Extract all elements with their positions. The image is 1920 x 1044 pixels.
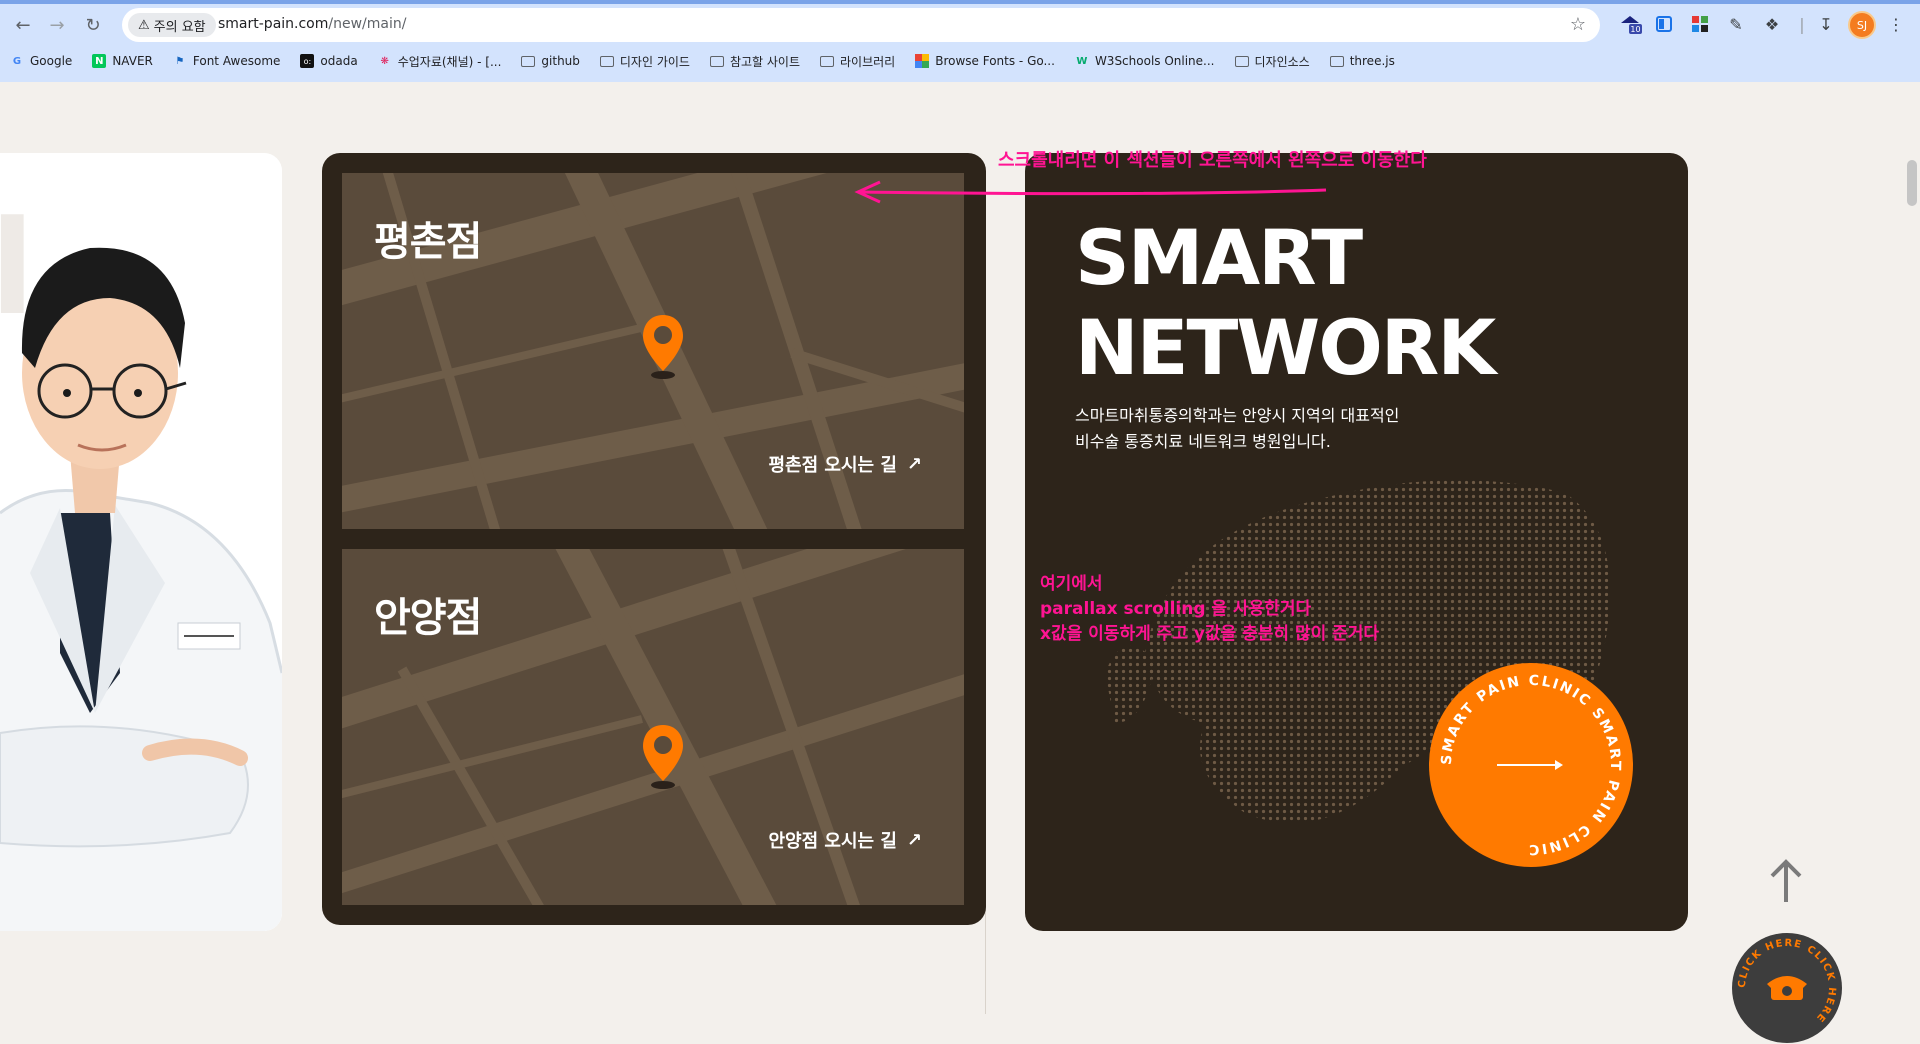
- bookmark-folder-threejs[interactable]: three.js: [1329, 54, 1395, 68]
- folder-icon: [521, 55, 536, 67]
- bookmark-label: NAVER: [112, 54, 153, 68]
- color-picker-extension-icon[interactable]: [1688, 12, 1712, 36]
- directions-link[interactable]: 안양점 오시는 길 ↗: [768, 827, 922, 853]
- flag-icon: ⚑: [175, 55, 185, 67]
- location-card-anyang[interactable]: 안양점 안양점 오시는 길 ↗: [342, 549, 964, 905]
- browser-chrome: ← → ↻ ⚠ 주의 요함 smart-pain.com/new/main/ ☆…: [0, 0, 1920, 82]
- bookmark-odada[interactable]: o: odada: [300, 54, 358, 68]
- security-chip-label: 주의 요함: [153, 19, 206, 35]
- bookmark-label: github: [541, 54, 580, 68]
- location-title: 안양점: [374, 595, 482, 641]
- network-description-line2: 비수술 통증치료 네트워크 병원입니다.: [1075, 432, 1331, 451]
- forward-button[interactable]: →: [44, 12, 70, 38]
- google-fonts-icon: [915, 54, 930, 68]
- call-click-here-button[interactable]: CLICK HERE CLICK HERE: [1731, 932, 1843, 1044]
- w3schools-icon: W: [1076, 55, 1088, 67]
- annotation-line: 여기에서: [1040, 574, 1103, 594]
- bookmark-label: Font Awesome: [192, 54, 281, 68]
- tab-strip-edge: [0, 0, 1920, 4]
- google-icon: G: [12, 55, 22, 67]
- bookmark-folder-reference[interactable]: 참고할 사이트: [709, 53, 801, 70]
- page-scrollbar[interactable]: [1904, 82, 1920, 1002]
- arrow-up-right-icon: ↗: [906, 453, 922, 475]
- folder-icon: [1329, 55, 1344, 67]
- network-title-line2: NETWORK: [1075, 303, 1496, 392]
- bookmark-google-fonts[interactable]: Browse Fonts - Go...: [915, 54, 1055, 68]
- folder-icon: [1234, 55, 1249, 67]
- bookmark-label: three.js: [1349, 54, 1395, 68]
- arrow-up-right-icon: ↗: [906, 829, 922, 851]
- smart-pain-clinic-circle-button[interactable]: SMART PAIN CLINIC SMART PAIN CLINIC: [1427, 661, 1635, 869]
- bookmark-label: 디자인소스: [1254, 54, 1310, 69]
- directions-link[interactable]: 평촌점 오시는 길 ↗: [768, 451, 922, 477]
- doctor-photo-card: l: [0, 153, 282, 931]
- folder-icon: [599, 55, 614, 67]
- toolbar-divider: |: [1799, 14, 1805, 34]
- odada-icon: o:: [300, 54, 315, 68]
- network-description: 스마트마취통증의학과는 안양시 지역의 대표적인 비수술 통증치료 네트워크 병…: [1075, 403, 1399, 455]
- page-viewport: l 평촌점 평촌점 오시는 길 ↗ 안양점 안양점 오시는 길 ↗ SMART …: [0, 82, 1920, 1043]
- bookmark-folder-library[interactable]: 라이브러리: [820, 53, 895, 70]
- security-chip[interactable]: ⚠ 주의 요함: [128, 13, 216, 37]
- network-description-line1: 스마트마취통증의학과는 안양시 지역의 대표적인: [1075, 406, 1400, 425]
- network-title-line1: SMART: [1075, 213, 1363, 302]
- back-button[interactable]: ←: [10, 12, 36, 38]
- bookmark-label: 라이브러리: [840, 54, 896, 69]
- menu-kebab-icon[interactable]: ⋮: [1884, 12, 1908, 36]
- bookmark-label: 참고할 사이트: [729, 54, 801, 69]
- bookmark-font-awesome[interactable]: ⚑ Font Awesome: [173, 54, 281, 68]
- annotation-parallax-note: 여기에서 parallax scrolling 을 사용한거다 x값을 이동하게…: [1040, 572, 1379, 647]
- extension-badge-count: 10: [1630, 25, 1640, 34]
- bookmark-google[interactable]: G Google: [10, 54, 72, 68]
- bookmark-naver[interactable]: N NAVER: [92, 54, 153, 68]
- eyedropper-icon[interactable]: ✎: [1724, 12, 1748, 36]
- bookmark-label: 디자인 가이드: [619, 54, 690, 69]
- bookmark-label: odada: [320, 54, 358, 68]
- download-icon[interactable]: ↧: [1814, 12, 1838, 36]
- address-bar[interactable]: ⚠ 주의 요함 smart-pain.com/new/main/ ☆: [122, 8, 1600, 42]
- locations-panel: 평촌점 평촌점 오시는 길 ↗ 안양점 안양점 오시는 길 ↗: [322, 153, 986, 925]
- warning-icon: ⚠: [138, 17, 150, 33]
- profile-avatar[interactable]: SJ: [1848, 11, 1876, 39]
- extension-badge-icon[interactable]: 10: [1618, 12, 1642, 36]
- url-host: smart-pain.com: [218, 16, 329, 32]
- bookmark-label: Google: [30, 54, 73, 68]
- bookmark-label: 수업자료(채널) - [...: [397, 54, 502, 69]
- url-path: /new/main/: [328, 16, 407, 32]
- bookmark-label: W3Schools Online...: [1094, 54, 1215, 68]
- map-pin-icon: [643, 315, 683, 379]
- bookmark-class-materials[interactable]: ❋ 수업자료(채널) - [...: [378, 53, 502, 70]
- page-scrollbar-thumb[interactable]: [1907, 160, 1917, 206]
- scroll-to-top-icon[interactable]: [1768, 858, 1804, 906]
- location-card-pyeongchon[interactable]: 평촌점 평촌점 오시는 길 ↗: [342, 173, 964, 529]
- annotation-arrow-left-icon: [854, 180, 1327, 204]
- annotation-line: x값을 이동하게 주고 y값을 충분히 많이 준거다: [1040, 624, 1380, 644]
- smart-network-panel: SMART NETWORK 스마트마취통증의학과는 안양시 지역의 대표적인 비…: [1025, 153, 1688, 931]
- network-title: SMART NETWORK: [1075, 213, 1496, 393]
- bookmark-label: Browse Fonts - Go...: [935, 54, 1055, 68]
- folder-icon: [820, 55, 835, 67]
- slack-icon: ❋: [380, 55, 389, 67]
- map-pin-icon: [643, 725, 683, 789]
- location-title: 평촌점: [374, 219, 482, 265]
- folder-icon: [709, 55, 724, 67]
- naver-icon: N: [92, 54, 107, 68]
- directions-link-label: 안양점 오시는 길: [768, 831, 897, 852]
- bookmark-folder-github[interactable]: github: [521, 54, 580, 68]
- bookmark-w3schools[interactable]: W W3Schools Online...: [1075, 54, 1215, 68]
- bookmark-star-icon[interactable]: ☆: [1570, 14, 1586, 35]
- reader-extension-icon[interactable]: [1652, 12, 1676, 36]
- url-text[interactable]: smart-pain.com/new/main/: [218, 16, 406, 32]
- extensions-puzzle-icon[interactable]: ❖: [1760, 12, 1784, 36]
- annotation-line: parallax scrolling 을 사용한거다: [1040, 599, 1312, 619]
- directions-link-label: 평촌점 오시는 길: [768, 455, 897, 476]
- bookmark-folder-design-guide[interactable]: 디자인 가이드: [599, 53, 690, 70]
- reload-button[interactable]: ↻: [80, 12, 106, 38]
- bookmark-folder-design-source[interactable]: 디자인소스: [1234, 53, 1310, 70]
- doctor-illustration: l: [0, 153, 282, 931]
- annotation-scroll-note: 스크롤내리면 이 섹션들이 오른쪽에서 왼쪽으로 이동한다: [998, 150, 1427, 171]
- bookmarks-bar: G Google N NAVER ⚑ Font Awesome o: odada ❋ 수업…: [0, 48, 1920, 74]
